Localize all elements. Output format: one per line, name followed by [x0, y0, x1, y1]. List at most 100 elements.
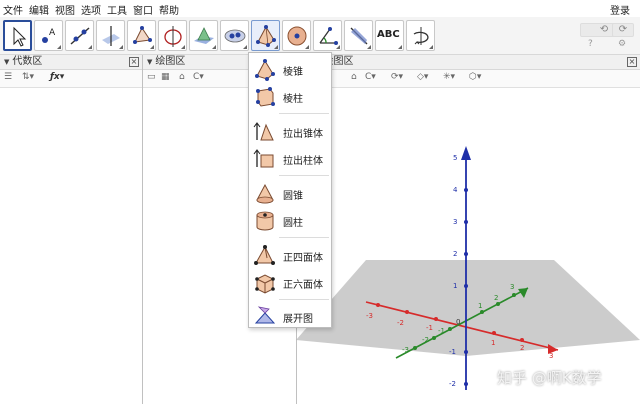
graphics3d-canvas[interactable]: 5 4 3 2 1 -1 -2 -3 -2 -1 1 2 3 -3 -2 -1 … [296, 88, 640, 404]
settings-icon[interactable]: ⚙ [618, 39, 626, 49]
clipping-icon[interactable]: ◇▾ [417, 72, 428, 82]
angle-tool-button[interactable] [313, 20, 342, 51]
x-tick-label: -3 [366, 312, 373, 320]
extrude-pyramid-icon [253, 122, 274, 141]
circle-axis-tool-button[interactable] [158, 20, 187, 51]
menu-edit[interactable]: 编辑 [29, 2, 49, 17]
collapse-triangle-icon[interactable]: ▼ [4, 58, 9, 66]
y-tick-label: -3 [402, 346, 409, 354]
z-tick-label: 3 [453, 218, 457, 226]
sphere-plane-tool-button[interactable] [189, 20, 218, 51]
dropdown-item-label: 正六面体 [283, 280, 323, 291]
z-tick-label: 4 [453, 186, 458, 194]
separator [279, 299, 329, 300]
rotate-icon[interactable]: ⟳▾ [391, 72, 403, 82]
dropdown-item-prism[interactable]: 棱柱 [249, 83, 333, 109]
z-tick-label: 2 [453, 250, 457, 258]
close-icon[interactable]: × [129, 57, 139, 67]
z-axis-arrow-icon [461, 146, 471, 160]
close-icon[interactable]: × [627, 57, 637, 67]
x-tick-label: -1 [426, 324, 433, 332]
grid-toggle-icon[interactable]: ▦ [161, 72, 170, 82]
menu-options[interactable]: 选项 [81, 2, 101, 17]
list-view-icon[interactable]: ☰ [4, 72, 12, 82]
separator [279, 175, 329, 176]
fx-icon[interactable]: ƒx▾ [50, 72, 64, 82]
login-link[interactable]: 登录 [610, 2, 630, 17]
home-icon[interactable]: ⌂ [179, 72, 185, 82]
help-icon[interactable]: ? [588, 39, 593, 49]
text-tool-button[interactable]: ABC [375, 20, 404, 51]
cube-view-icon[interactable]: ⬡▾ [469, 72, 481, 82]
z-tick-label: 5 [453, 154, 457, 162]
home-icon[interactable]: ⌂ [351, 72, 357, 82]
dropdown-item-label: 棱锥 [283, 67, 303, 78]
menu-window[interactable]: 窗口 [133, 2, 153, 17]
z-tick-label: 1 [453, 282, 457, 290]
tetrahedron-icon [254, 245, 275, 265]
menu-bar: 文件 编辑 视图 选项 工具 窗口 帮助 登录 [0, 0, 640, 17]
dropdown-item-extrude-prism[interactable]: 拉出柱体 [249, 145, 333, 171]
y-tick-label: -1 [438, 327, 445, 335]
intersect-tool-button[interactable] [220, 20, 249, 51]
pyramid-tool-button[interactable] [251, 20, 280, 51]
dropdown-item-label: 正四面体 [283, 253, 323, 264]
menu-view[interactable]: 视图 [55, 2, 75, 17]
dropdown-item-label: 拉出锥体 [283, 129, 323, 140]
graphics3d-toolbar: ⌂ C▾ ⟳▾ ◇▾ ✳▾ ⬡▾ [297, 70, 640, 88]
menu-tools[interactable]: 工具 [107, 2, 127, 17]
dropdown-item-cylinder[interactable]: 圆柱 [249, 207, 333, 233]
net-icon [254, 306, 276, 324]
point-capture-icon[interactable]: C▾ [365, 72, 376, 82]
sphere-tool-button[interactable] [282, 20, 311, 51]
line-tool-button[interactable] [65, 20, 94, 51]
rotate-view-tool-button[interactable] [406, 20, 435, 51]
menu-help[interactable]: 帮助 [159, 2, 179, 17]
polygon-tool-button[interactable] [127, 20, 156, 51]
algebra-panel-header[interactable]: ▼ 代数区 × [0, 55, 142, 70]
algebra-toolbar: ☰ ⇅▾ ƒx▾ [0, 70, 142, 88]
separator [279, 113, 329, 114]
projection-icon[interactable]: ✳▾ [443, 72, 455, 82]
dropdown-item-tetrahedron[interactable]: 正四面体 [249, 242, 333, 268]
toolbar: A ABC ⟲ ? ⟳ ⚙ [0, 17, 640, 55]
dropdown-item-cube[interactable]: 正六面体 [249, 269, 333, 295]
algebra-panel: ▼ 代数区 × ☰ ⇅▾ ƒx▾ [0, 55, 142, 404]
reflect-tool-button[interactable] [344, 20, 373, 51]
xoy-plane [296, 260, 640, 356]
separator [279, 237, 329, 238]
dropdown-item-net[interactable]: 展开图 [249, 303, 333, 329]
algebra-panel-title: 代数区 [12, 56, 43, 67]
origin-label: 0 [456, 318, 460, 326]
cylinder-icon [256, 211, 274, 231]
menu-file[interactable]: 文件 [3, 2, 23, 17]
y-tick-label: 2 [494, 294, 498, 302]
dropdown-item-label: 圆锥 [283, 191, 303, 202]
dropdown-item-pyramid[interactable]: 棱锥 [249, 56, 333, 82]
perpendicular-tool-button[interactable] [96, 20, 125, 51]
extrude-prism-icon [253, 149, 274, 168]
graphics3d-panel-header[interactable]: ▼3D绘图区 × [297, 55, 640, 70]
redo-button[interactable]: ⟳ [612, 23, 634, 37]
dropdown-item-cone[interactable]: 圆锥 [249, 180, 333, 206]
cube-icon [255, 274, 275, 294]
dropdown-item-extrude-pyramid[interactable]: 拉出锥体 [249, 118, 333, 144]
dropdown-item-label: 棱柱 [283, 94, 303, 105]
move-tool-button[interactable] [3, 20, 32, 51]
y-tick-label: -2 [422, 336, 429, 344]
point-capture-icon[interactable]: C▾ [193, 72, 204, 82]
axes-toggle-icon[interactable]: ▭ [147, 72, 156, 82]
x-tick-label: 3 [549, 352, 553, 360]
watermark: 知乎 @啊K数学 [497, 369, 602, 387]
solid-tools-dropdown: 棱锥 棱柱 拉出锥体 拉出柱体 圆锥 圆柱 正四面体 正六面体 展开图 [248, 52, 332, 328]
svg-text:A: A [49, 28, 56, 38]
point-tool-button[interactable]: A [34, 20, 63, 51]
x-tick-label: 1 [491, 339, 495, 347]
y-tick-label: 1 [478, 302, 482, 310]
collapse-triangle-icon[interactable]: ▼ [147, 58, 152, 66]
sort-icon[interactable]: ⇅▾ [22, 72, 34, 82]
dropdown-item-label: 展开图 [283, 314, 313, 325]
graphics-panel-title: 绘图区 [155, 56, 186, 67]
arrow-cursor-icon [13, 26, 27, 47]
x-tick-label: 2 [520, 344, 524, 352]
